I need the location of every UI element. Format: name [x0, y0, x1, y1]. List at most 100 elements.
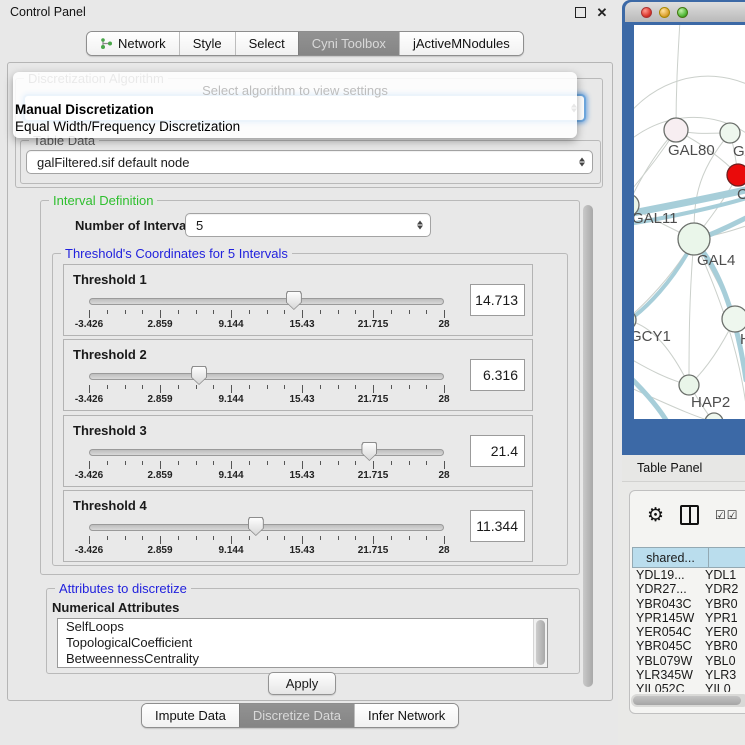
threshold-label: Threshold 4 — [73, 498, 147, 513]
float-window-icon[interactable] — [573, 6, 587, 20]
table-row[interactable]: YDR27...YDR2 — [632, 582, 745, 596]
checkbox-icons[interactable]: ☑☑ — [715, 508, 739, 522]
cell-shared-name[interactable]: YBR043C — [632, 597, 698, 611]
node-top-right[interactable] — [720, 123, 740, 143]
threshold-slider-thumb[interactable] — [361, 442, 377, 461]
column-header-shared-name[interactable]: shared... — [632, 547, 709, 568]
cell-name[interactable]: YDL1 — [698, 568, 745, 582]
cell-name[interactable]: YDR2 — [698, 582, 745, 596]
slider-tick — [267, 536, 268, 540]
cell-shared-name[interactable]: YLR345W — [632, 668, 698, 682]
tab-impute-data[interactable]: Impute Data — [142, 704, 239, 727]
slider-tick — [320, 461, 321, 465]
tab-infer-network[interactable]: Infer Network — [354, 704, 458, 727]
threshold-slider-track[interactable] — [89, 449, 444, 456]
attributes-scrollbar[interactable] — [533, 619, 547, 667]
tab-cyni-toolbox[interactable]: Cyni Toolbox — [298, 32, 399, 55]
table-row[interactable]: YBR043CYBR0 — [632, 597, 745, 611]
attribute-list-item[interactable]: TopologicalCoefficient — [58, 635, 547, 651]
network-window-titlebar[interactable] — [625, 2, 745, 22]
cell-shared-name[interactable]: YER054C — [632, 625, 698, 639]
dropdown-item-manual-discretization[interactable]: Manual Discretization — [15, 102, 154, 117]
number-of-intervals-select[interactable]: 5 — [185, 213, 431, 237]
cell-shared-name[interactable]: YDL19... — [632, 568, 698, 582]
threshold-value-field[interactable]: 21.4 — [470, 435, 525, 467]
node-h[interactable] — [722, 306, 745, 332]
slider-tick-label: -3.426 — [75, 319, 103, 330]
tab-label: Infer Network — [368, 708, 445, 723]
slider-tick — [267, 461, 268, 465]
cell-name[interactable]: YBR0 — [698, 639, 745, 653]
table-horizontal-scrollbar[interactable] — [631, 694, 745, 707]
threshold-slider-thumb[interactable] — [286, 291, 302, 310]
table-data-select[interactable]: galFiltered.sif default node — [26, 150, 593, 174]
attribute-list-item[interactable]: SelfLoops — [58, 619, 547, 635]
table-row[interactable]: YLR345WYLR3 — [632, 668, 745, 682]
table-row[interactable]: YPR145WYPR1 — [632, 611, 745, 625]
node-gal80[interactable] — [664, 118, 688, 142]
cell-name[interactable]: YPR1 — [698, 611, 745, 625]
slider-tick — [267, 310, 268, 314]
cell-shared-name[interactable]: YBL079W — [632, 654, 698, 668]
numerical-attributes-list[interactable]: SelfLoopsTopologicalCoefficientBetweenne… — [57, 618, 548, 668]
node-gal4[interactable] — [678, 223, 710, 255]
tab-network[interactable]: Network — [87, 32, 179, 55]
threshold-value-field[interactable]: 6.316 — [470, 359, 525, 391]
interval-definition-title: Interval Definition — [49, 193, 157, 208]
threshold-value-field[interactable]: 11.344 — [470, 510, 525, 542]
tab-style[interactable]: Style — [179, 32, 235, 55]
column-header-name[interactable]: na — [709, 547, 745, 568]
attribute-list-item[interactable]: BetweennessCentrality — [58, 651, 547, 667]
slider-tick — [284, 461, 285, 465]
table-row[interactable]: YIL052CYIL0 — [632, 682, 745, 692]
threshold-value-field[interactable]: 14.713 — [470, 284, 525, 316]
slider-tick — [107, 310, 108, 314]
slider-tick — [355, 385, 356, 389]
close-traffic-light-icon[interactable] — [641, 7, 652, 18]
tab-select[interactable]: Select — [235, 32, 298, 55]
threshold-slider-track[interactable] — [89, 298, 444, 305]
dropdown-item-equal-width-frequency[interactable]: Equal Width/Frequency Discretization — [15, 119, 240, 134]
panel-scrollbar[interactable] — [583, 205, 593, 687]
table-row[interactable]: YBR045CYBR0 — [632, 639, 745, 653]
apply-button[interactable]: Apply — [268, 672, 336, 695]
minimize-traffic-light-icon[interactable] — [659, 7, 670, 18]
network-icon — [100, 37, 113, 50]
tab-jactivemnodules[interactable]: jActiveMNodules — [399, 32, 523, 55]
cell-shared-name[interactable]: YIL052C — [632, 682, 698, 692]
threshold-slider-track[interactable] — [89, 524, 444, 531]
close-icon[interactable]: ✕ — [595, 6, 609, 20]
slider-tick — [178, 310, 179, 314]
node-hap2[interactable] — [679, 375, 699, 395]
table-row[interactable]: YBL079WYBL0 — [632, 654, 745, 668]
threshold-slider-track[interactable] — [89, 373, 444, 380]
threshold-slider-thumb[interactable] — [248, 517, 264, 536]
threshold-slider-thumb[interactable] — [191, 366, 207, 385]
cell-name[interactable]: YER0 — [698, 625, 745, 639]
node-red[interactable] — [727, 164, 745, 186]
cell-name[interactable]: YIL0 — [698, 682, 745, 692]
slider-tick — [125, 310, 126, 314]
tab-label: Select — [249, 36, 285, 51]
table-row[interactable]: YDL19...YDL1 — [632, 568, 745, 582]
cell-shared-name[interactable]: YDR27... — [632, 582, 698, 596]
slider-tick — [426, 310, 427, 314]
cell-name[interactable]: YBR0 — [698, 597, 745, 611]
split-table-icon[interactable] — [680, 505, 699, 525]
slider-tick-label: 2.859 — [147, 545, 172, 556]
gear-icon[interactable]: ⚙ — [647, 506, 664, 525]
cell-name[interactable]: YLR3 — [698, 668, 745, 682]
slider-tick — [142, 385, 143, 389]
tab-label: Style — [193, 36, 222, 51]
zoom-traffic-light-icon[interactable] — [677, 7, 688, 18]
slider-tick — [355, 461, 356, 465]
tab-discretize-data[interactable]: Discretize Data — [239, 704, 354, 727]
table-row[interactable]: YER054CYER0 — [632, 625, 745, 639]
network-edge-highlighted — [634, 370, 669, 419]
cell-shared-name[interactable]: YPR145W — [632, 611, 698, 625]
cell-name[interactable]: YBL0 — [698, 654, 745, 668]
slider-tick — [231, 536, 232, 544]
cell-shared-name[interactable]: YBR045C — [632, 639, 698, 653]
network-canvas[interactable]: GAL80GACGAL11GAL4GCY1HHAP2 — [634, 25, 745, 419]
slider-tick — [213, 385, 214, 389]
